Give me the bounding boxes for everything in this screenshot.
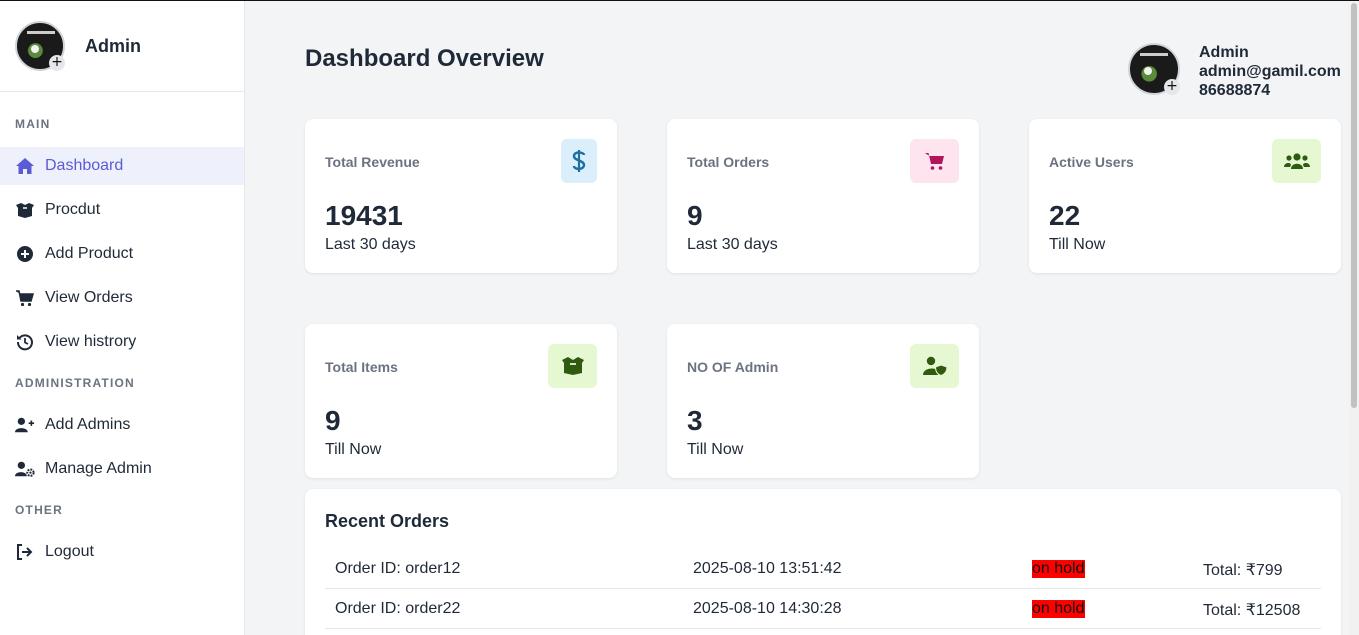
stat-card-no-of-admin: NO OF Admin 3 Till Now (667, 324, 979, 478)
card-value: 9 (687, 200, 703, 231)
user-shield-icon (910, 344, 959, 388)
sidebar-item-dashboard[interactable]: Dashboard (0, 147, 244, 185)
card-value: 22 (1049, 200, 1081, 231)
order-id: Order ID: order22 (335, 600, 461, 617)
sidebar-item-view-orders[interactable]: View Orders (0, 279, 244, 317)
status-badge: on hold (1032, 560, 1085, 578)
card-label: Total Revenue (325, 154, 420, 170)
order-date: 2025-08-10 14:30:28 (693, 600, 842, 617)
sidebar-item-view-history[interactable]: View histrory (0, 323, 244, 361)
sidebar-item-label: Add Admins (45, 416, 131, 433)
profile-phone: 86688874 (1199, 82, 1271, 99)
section-label-administration: ADMINISTRATION (15, 376, 135, 390)
card-label: Total Items (325, 359, 398, 375)
table-row[interactable]: Order ID: order22 2025-08-10 14:30:28 on… (325, 589, 1321, 629)
card-label: Active Users (1049, 154, 1134, 170)
card-subtext: Till Now (325, 441, 382, 458)
profile-avatar[interactable]: + (1128, 43, 1180, 95)
card-label: NO OF Admin (687, 359, 779, 375)
profile-name: Admin (1199, 44, 1249, 61)
order-id: Order ID: order12 (335, 560, 461, 577)
add-photo-icon[interactable]: + (49, 55, 65, 71)
user-gear-icon (15, 459, 35, 479)
sidebar-item-procdut[interactable]: Procdut (0, 191, 244, 229)
card-subtext: Last 30 days (325, 236, 416, 253)
sidebar: + Admin MAIN Dashboard Procdut Add Produ… (0, 1, 245, 635)
table-row[interactable]: Order ID: order12 2025-08-10 13:51:42 on… (325, 549, 1321, 589)
status-badge: on hold (1032, 600, 1085, 618)
profile-email: admin@gamil.com (1199, 63, 1341, 80)
card-value: 3 (687, 405, 703, 436)
box-open-icon (15, 200, 35, 220)
user-plus-icon (15, 415, 35, 435)
order-date: 2025-08-10 13:51:42 (693, 560, 842, 577)
cart-icon (15, 288, 35, 308)
users-icon (1272, 139, 1321, 183)
card-label: Total Orders (687, 154, 770, 170)
sidebar-item-manage-admin[interactable]: Manage Admin (0, 450, 244, 488)
order-total: Total: ₹799 (1203, 562, 1283, 579)
sidebar-item-label: View histrory (45, 333, 137, 350)
sidebar-item-label: Logout (45, 543, 94, 560)
page-title: Dashboard Overview (305, 45, 544, 72)
card-value: 19431 (325, 200, 403, 231)
page-scrollbar[interactable] (1349, 1, 1359, 635)
avatar[interactable]: + (15, 21, 65, 71)
sidebar-item-label: Procdut (45, 201, 101, 218)
sidebar-item-logout[interactable]: Logout (0, 533, 244, 571)
recent-orders-title: Recent Orders (325, 511, 450, 531)
sidebar-item-add-product[interactable]: Add Product (0, 235, 244, 273)
sidebar-item-label: Manage Admin (45, 460, 152, 477)
sidebar-brand: + Admin (0, 1, 244, 92)
stat-card-active-users: Active Users 22 Till Now (1029, 119, 1341, 273)
card-subtext: Till Now (1049, 236, 1106, 253)
stat-card-total-items: Total Items 9 Till Now (305, 324, 617, 478)
dollar-icon (561, 139, 597, 183)
stat-card-total-revenue: Total Revenue 19431 Last 30 days (305, 119, 617, 273)
sidebar-item-label: View Orders (45, 289, 133, 306)
sidebar-item-label: Dashboard (45, 157, 124, 174)
sidebar-item-label: Add Product (45, 245, 134, 262)
plus-circle-icon (15, 244, 35, 264)
history-icon (15, 332, 35, 352)
box-icon (548, 344, 597, 388)
profile-block: + Admin admin@gamil.com 86688874 (1128, 43, 1341, 100)
cart-icon (910, 139, 959, 183)
recent-orders-panel: Recent Orders Order ID: order12 2025-08-… (305, 489, 1341, 635)
card-subtext: Last 30 days (687, 236, 778, 253)
main-content: Dashboard Overview + Admin admin@gamil.c… (245, 1, 1349, 635)
profile-info: Admin admin@gamil.com 86688874 (1199, 43, 1341, 100)
scrollbar-thumb[interactable] (1351, 3, 1357, 408)
home-icon (15, 156, 35, 176)
stat-card-total-orders: Total Orders 9 Last 30 days (667, 119, 979, 273)
order-total: Total: ₹12508 (1203, 602, 1301, 619)
brand-name: Admin (85, 35, 141, 56)
card-value: 9 (325, 405, 341, 436)
add-photo-icon[interactable]: + (1164, 79, 1180, 95)
card-subtext: Till Now (687, 441, 744, 458)
section-label-main: MAIN (15, 117, 51, 131)
section-label-other: OTHER (15, 503, 63, 517)
logout-icon (15, 542, 35, 562)
sidebar-item-add-admins[interactable]: Add Admins (0, 406, 244, 444)
